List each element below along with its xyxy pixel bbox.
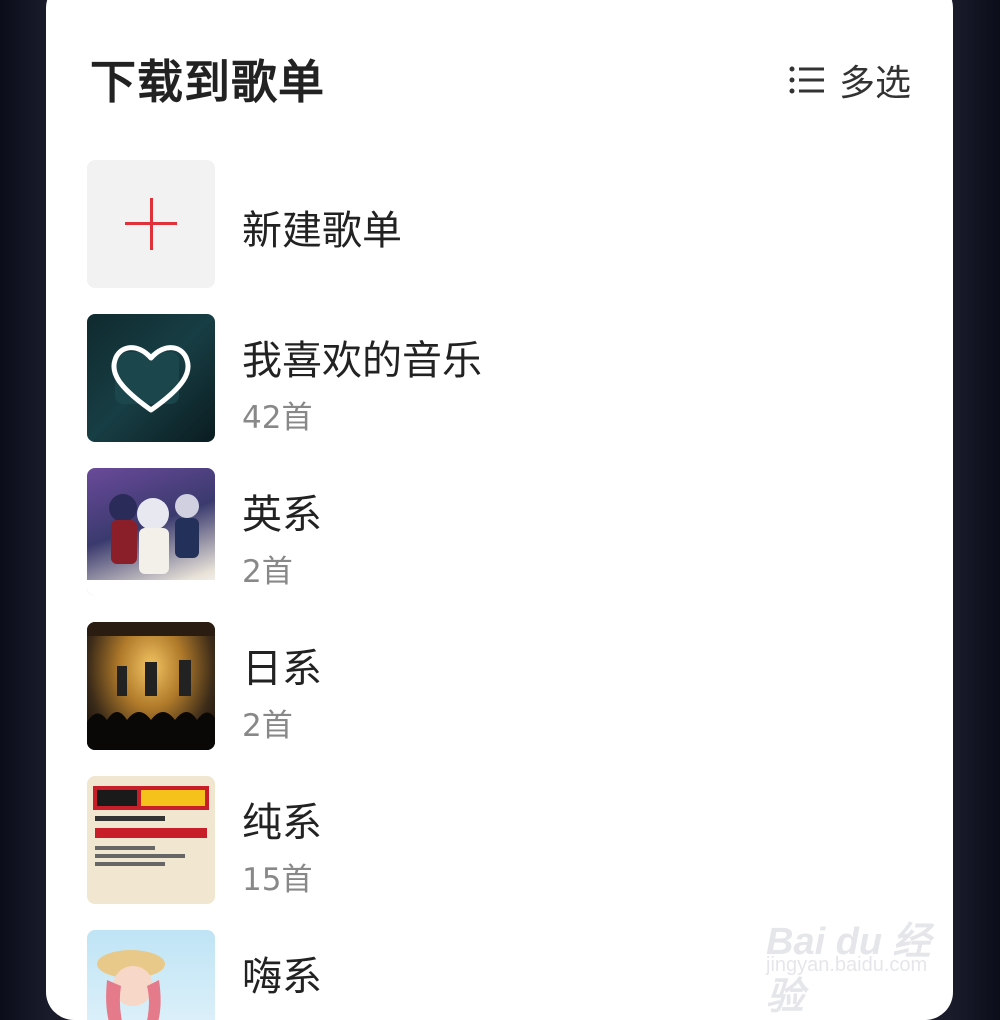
- multi-select-button[interactable]: 多选: [789, 54, 911, 106]
- playlist-cover: [87, 622, 215, 750]
- playlist-cover: [87, 930, 215, 1020]
- sheet-title: 下载到歌单: [90, 55, 325, 109]
- watermark-sub: jingyan.baidu.com: [766, 954, 928, 976]
- concert-art-icon: [87, 622, 215, 750]
- new-playlist-label: 新建歌单: [242, 208, 402, 254]
- anime-girl-art-icon: [97, 950, 165, 1020]
- playlist-cover: [87, 468, 215, 596]
- playlist-name: 日系: [242, 646, 322, 692]
- download-to-playlist-sheet: 下载到歌单 多选 新建歌单 我喜欢的音乐 42首 英系 2首 日系 2首 纯系 …: [46, 0, 953, 1020]
- playlist-cover: [87, 314, 215, 442]
- multi-select-label: 多选: [838, 63, 911, 104]
- list-icon: [789, 66, 824, 94]
- playlist-name: 纯系: [242, 800, 322, 846]
- plus-icon: [125, 198, 177, 250]
- playlist-row[interactable]: 纯系 15首: [87, 776, 927, 904]
- baidu-watermark: Bai du 经验 jingyan.baidu.com: [766, 890, 956, 1018]
- playlist-row[interactable]: 英系 2首: [87, 468, 927, 596]
- new-playlist-cover: [87, 160, 215, 288]
- playlist-name: 我喜欢的音乐: [242, 338, 482, 384]
- playlist-row[interactable]: 我喜欢的音乐 42首: [87, 314, 927, 442]
- playlist-count: 42首: [242, 400, 313, 436]
- playlist-count: 15首: [242, 862, 313, 898]
- conan-art-icon: [93, 786, 209, 866]
- playlist-name: 英系: [242, 492, 322, 538]
- anime-art-icon: [87, 494, 215, 596]
- playlist-count: 2首: [242, 554, 293, 590]
- playlist-count: 2首: [242, 708, 293, 744]
- playlist-cover: [87, 776, 215, 904]
- playlist-name: 嗨系: [242, 954, 322, 1000]
- new-playlist-row[interactable]: 新建歌单: [87, 160, 927, 288]
- heart-icon: [111, 345, 191, 413]
- playlist-row[interactable]: 日系 2首: [87, 622, 927, 750]
- sheet-header: 下载到歌单 多选: [46, 0, 953, 130]
